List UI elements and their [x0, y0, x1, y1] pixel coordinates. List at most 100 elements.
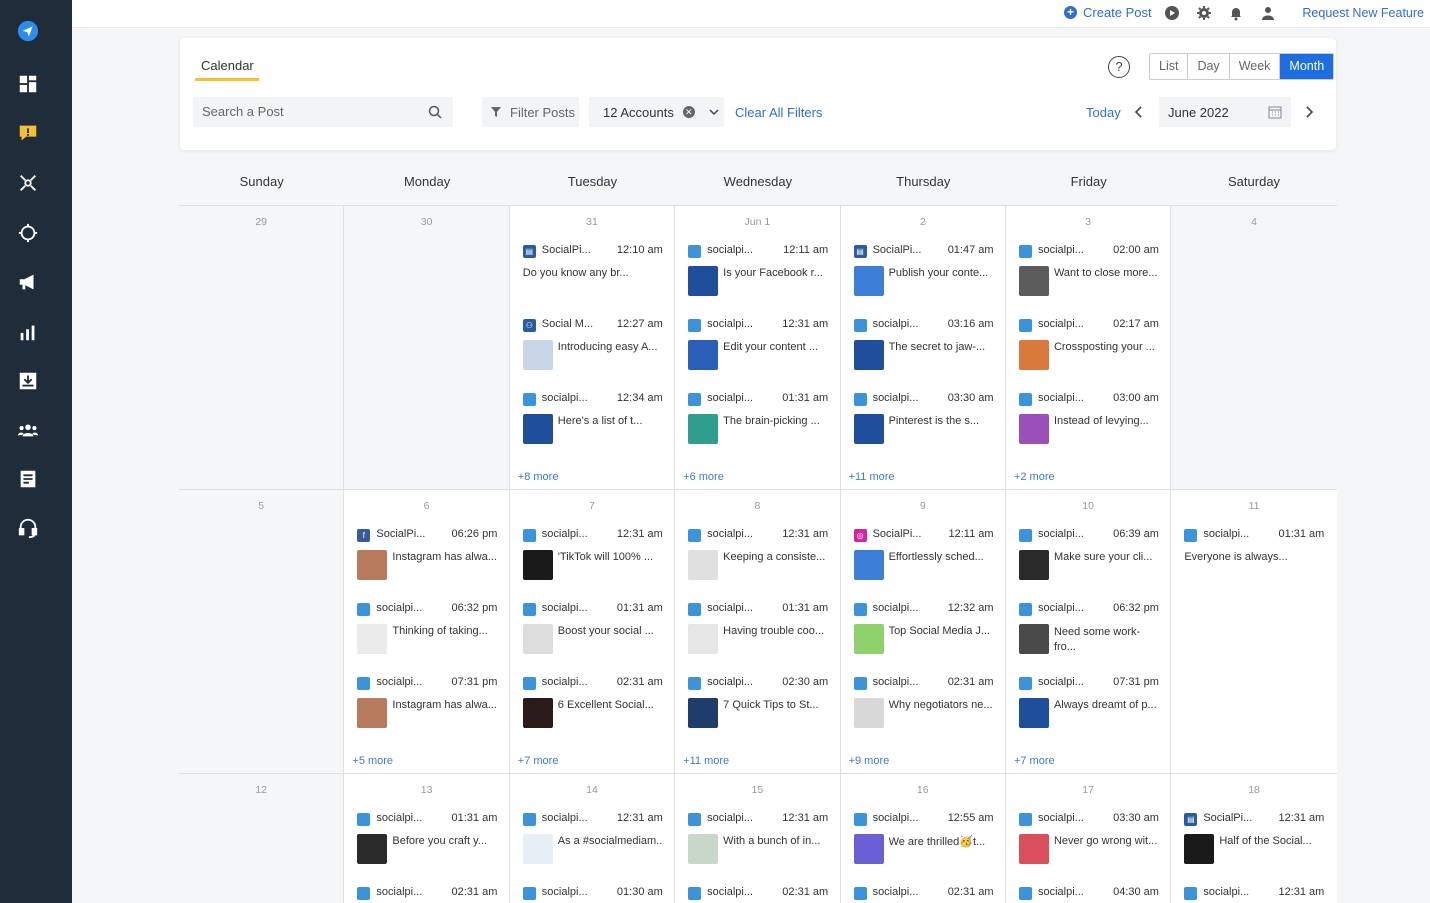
search-input[interactable] [202, 104, 422, 119]
scheduled-post[interactable]: socialpi... 12:31 am With a bunch of in... [688, 811, 828, 873]
dashboard-icon[interactable] [16, 72, 40, 96]
megaphone-icon[interactable] [16, 270, 40, 294]
today-button[interactable]: Today [1086, 105, 1121, 120]
view-day-button[interactable]: Day [1188, 54, 1230, 79]
scheduled-post[interactable]: socialpi... 01:31 am Everyone is always... [1184, 527, 1324, 589]
scheduled-post[interactable]: socialpi... 12:31 am Edit your content ... [688, 317, 828, 379]
request-feature-link[interactable]: Request New Feature [1302, 6, 1424, 20]
logo-icon[interactable] [16, 19, 40, 43]
day-cell[interactable]: 30 [344, 206, 510, 489]
integrations-icon[interactable] [16, 171, 40, 195]
chevron-left-icon[interactable] [1132, 105, 1146, 119]
day-cell[interactable]: 4 [1171, 206, 1337, 489]
day-cell[interactable]: Jun 1 socialpi... 12:11 am Is your Facebook… [675, 206, 841, 489]
scheduled-post[interactable]: socialpi... 01:31 am The brain-picking ... [688, 391, 828, 453]
scheduled-post[interactable]: socialpi... 06:32 pm Need some work-fro... [1018, 601, 1159, 663]
inbox-icon[interactable] [16, 369, 40, 393]
day-cell[interactable]: 12 [179, 774, 345, 903]
scheduled-post[interactable]: socialpi... 12:55 am We are thrilled🥳t... [853, 811, 994, 873]
more-posts-link[interactable]: +11 more [849, 471, 895, 483]
more-posts-link[interactable]: +5 more [352, 755, 393, 767]
scheduled-post[interactable]: socialpi... 06:39 am Make sure your cli... [1018, 527, 1159, 589]
day-cell[interactable]: 14 socialpi... 12:31 am As a #socialmediam.… [509, 774, 676, 903]
scheduled-post[interactable]: socialpi... 01:31 am Having trouble coo... [688, 601, 828, 663]
day-cell[interactable]: 17 socialpi... 03:30 am Never go wrong wit.… [1005, 774, 1172, 903]
accounts-dropdown[interactable]: 12 Accounts ✕ [589, 97, 724, 127]
more-posts-link[interactable]: +7 more [518, 755, 559, 767]
scheduled-post[interactable]: socialpi... 07:31 pm Instagram has alwa... [357, 675, 497, 737]
day-cell[interactable]: 3 socialpi... 02:00 am Want to close more..… [1005, 206, 1172, 489]
target-icon[interactable] [16, 221, 40, 245]
scheduled-post[interactable]: socialpi... 06:32 pm Thinking of taking... [357, 601, 497, 663]
day-cell[interactable]: 29 [179, 206, 345, 489]
more-posts-link[interactable]: +6 more [683, 471, 724, 483]
more-posts-link[interactable]: +2 more [1014, 471, 1055, 483]
scheduled-post[interactable]: socialpi... 02:31 am [853, 885, 994, 903]
day-cell[interactable]: 7 socialpi... 12:31 am 'TikTok will 100% ..… [509, 490, 676, 773]
view-month-button[interactable]: Month [1280, 54, 1334, 79]
scheduled-post[interactable]: socialpi... 02:31 am 6 Excellent Social... [522, 675, 663, 737]
scheduled-post[interactable]: socialpi... 03:16 am The secret to jaw-... [853, 317, 994, 379]
scheduled-post[interactable]: socialpi... 01:31 am Boost your social ... [522, 601, 663, 663]
filter-posts-button[interactable]: Filter Posts [482, 97, 579, 127]
scheduled-post[interactable]: socialpi... 02:31 am Why negotiators ne... [853, 675, 994, 737]
scheduled-post[interactable]: socialpi... 01:31 am Before you craft y... [357, 811, 497, 873]
scheduled-post[interactable]: socialpi... 03:00 am Instead of levying... [1018, 391, 1159, 453]
chevron-right-icon[interactable] [1302, 105, 1316, 119]
scheduled-post[interactable]: f SocialPi... 06:26 pm Instagram has alwa..… [357, 527, 497, 589]
scheduled-post[interactable]: socialpi... 12:31 am 'TikTok will 100% ... [522, 527, 663, 589]
scheduled-post[interactable]: ▤ SocialPi... 12:31 am Half of the Social..… [1184, 811, 1324, 873]
day-cell[interactable]: 8 socialpi... 12:31 am Keeping a consiste..… [675, 490, 841, 773]
month-picker[interactable]: June 2022 [1159, 97, 1291, 127]
scheduled-post[interactable]: ▤ SocialPi... 12:10 am Do you know any br..… [522, 243, 663, 305]
scheduled-post[interactable]: socialpi... 03:30 am Pinterest is the s... [853, 391, 994, 453]
reports-icon[interactable] [16, 467, 40, 491]
tab-calendar[interactable]: Calendar [201, 58, 254, 73]
bell-icon[interactable] [1228, 5, 1244, 21]
user-icon[interactable] [1260, 5, 1276, 21]
day-cell[interactable]: 13 socialpi... 01:31 am Before you craft y.… [344, 774, 510, 903]
scheduled-post[interactable]: socialpi... 02:30 am 7 Quick Tips to St... [688, 675, 828, 737]
scheduled-post[interactable]: socialpi... 02:17 am Crossposting your ... [1018, 317, 1159, 379]
day-cell[interactable]: 6 f SocialPi... 06:26 pm Instagram has alwa.… [344, 490, 510, 773]
scheduled-post[interactable]: socialpi... 12:34 am Here's a list of t... [522, 391, 663, 453]
scheduled-post[interactable]: socialpi... 02:31 am [688, 885, 828, 903]
day-cell[interactable]: 11 socialpi... 01:31 am Everyone is always.… [1171, 490, 1337, 773]
scheduled-post[interactable]: ▤ SocialPi... 01:47 am Publish your conte..… [853, 243, 994, 305]
analytics-icon[interactable] [16, 320, 40, 344]
view-week-button[interactable]: Week [1230, 54, 1281, 79]
scheduled-post[interactable]: ◎ SocialPi... 12:11 am Effortlessly sched..… [853, 527, 994, 589]
more-posts-link[interactable]: +8 more [518, 471, 559, 483]
scheduled-post[interactable]: socialpi... 02:31 am [357, 885, 497, 903]
help-icon[interactable]: ? [1108, 56, 1130, 78]
scheduled-post[interactable]: socialpi... 12:31 am [1184, 885, 1324, 903]
day-cell[interactable]: 18 ▤ SocialPi... 12:31 am Half of the Social… [1171, 774, 1337, 903]
calendar-posts-icon[interactable] [16, 121, 40, 145]
team-icon[interactable] [16, 418, 40, 442]
day-cell[interactable]: 5 [179, 490, 345, 773]
more-posts-link[interactable]: +7 more [1014, 755, 1055, 767]
scheduled-post[interactable]: socialpi... 12:11 am Is your Facebook r... [688, 243, 828, 305]
clear-accounts-icon[interactable]: ✕ [682, 106, 695, 118]
day-cell[interactable]: 16 socialpi... 12:55 am We are thrilled🥳t..… [840, 774, 1006, 903]
play-icon[interactable] [1164, 5, 1180, 21]
day-cell[interactable]: 10 socialpi... 06:39 am Make sure your cli.… [1005, 490, 1172, 773]
scheduled-post[interactable]: socialpi... 12:31 am Keeping a consiste... [688, 527, 828, 589]
day-cell[interactable]: 2 ▤ SocialPi... 01:47 am Publish your conte.… [840, 206, 1006, 489]
gear-icon[interactable] [1196, 5, 1212, 21]
scheduled-post[interactable]: socialpi... 03:30 am Never go wrong wit... [1018, 811, 1159, 873]
search-icon[interactable] [428, 105, 442, 119]
scheduled-post[interactable]: socialpi... 12:32 am Top Social Media J... [853, 601, 994, 663]
scheduled-post[interactable]: socialpi... 02:00 am Want to close more... [1018, 243, 1159, 305]
day-cell[interactable]: 9 ◎ SocialPi... 12:11 am Effortlessly sched.… [840, 490, 1006, 773]
day-cell[interactable]: 15 socialpi... 12:31 am With a bunch of in.… [675, 774, 841, 903]
more-posts-link[interactable]: +11 more [683, 755, 729, 767]
more-posts-link[interactable]: +9 more [849, 755, 890, 767]
scheduled-post[interactable]: socialpi... 07:31 pm Always dreamt of p... [1018, 675, 1159, 737]
create-post-button[interactable]: + Create Post [1064, 5, 1152, 20]
scheduled-post[interactable]: socialpi... 04:30 am [1018, 885, 1159, 903]
support-headset-icon[interactable] [16, 516, 40, 540]
view-list-button[interactable]: List [1150, 54, 1189, 79]
clear-filters-link[interactable]: Clear All Filters [735, 105, 822, 120]
scheduled-post[interactable]: socialpi... 01:30 am [522, 885, 663, 903]
